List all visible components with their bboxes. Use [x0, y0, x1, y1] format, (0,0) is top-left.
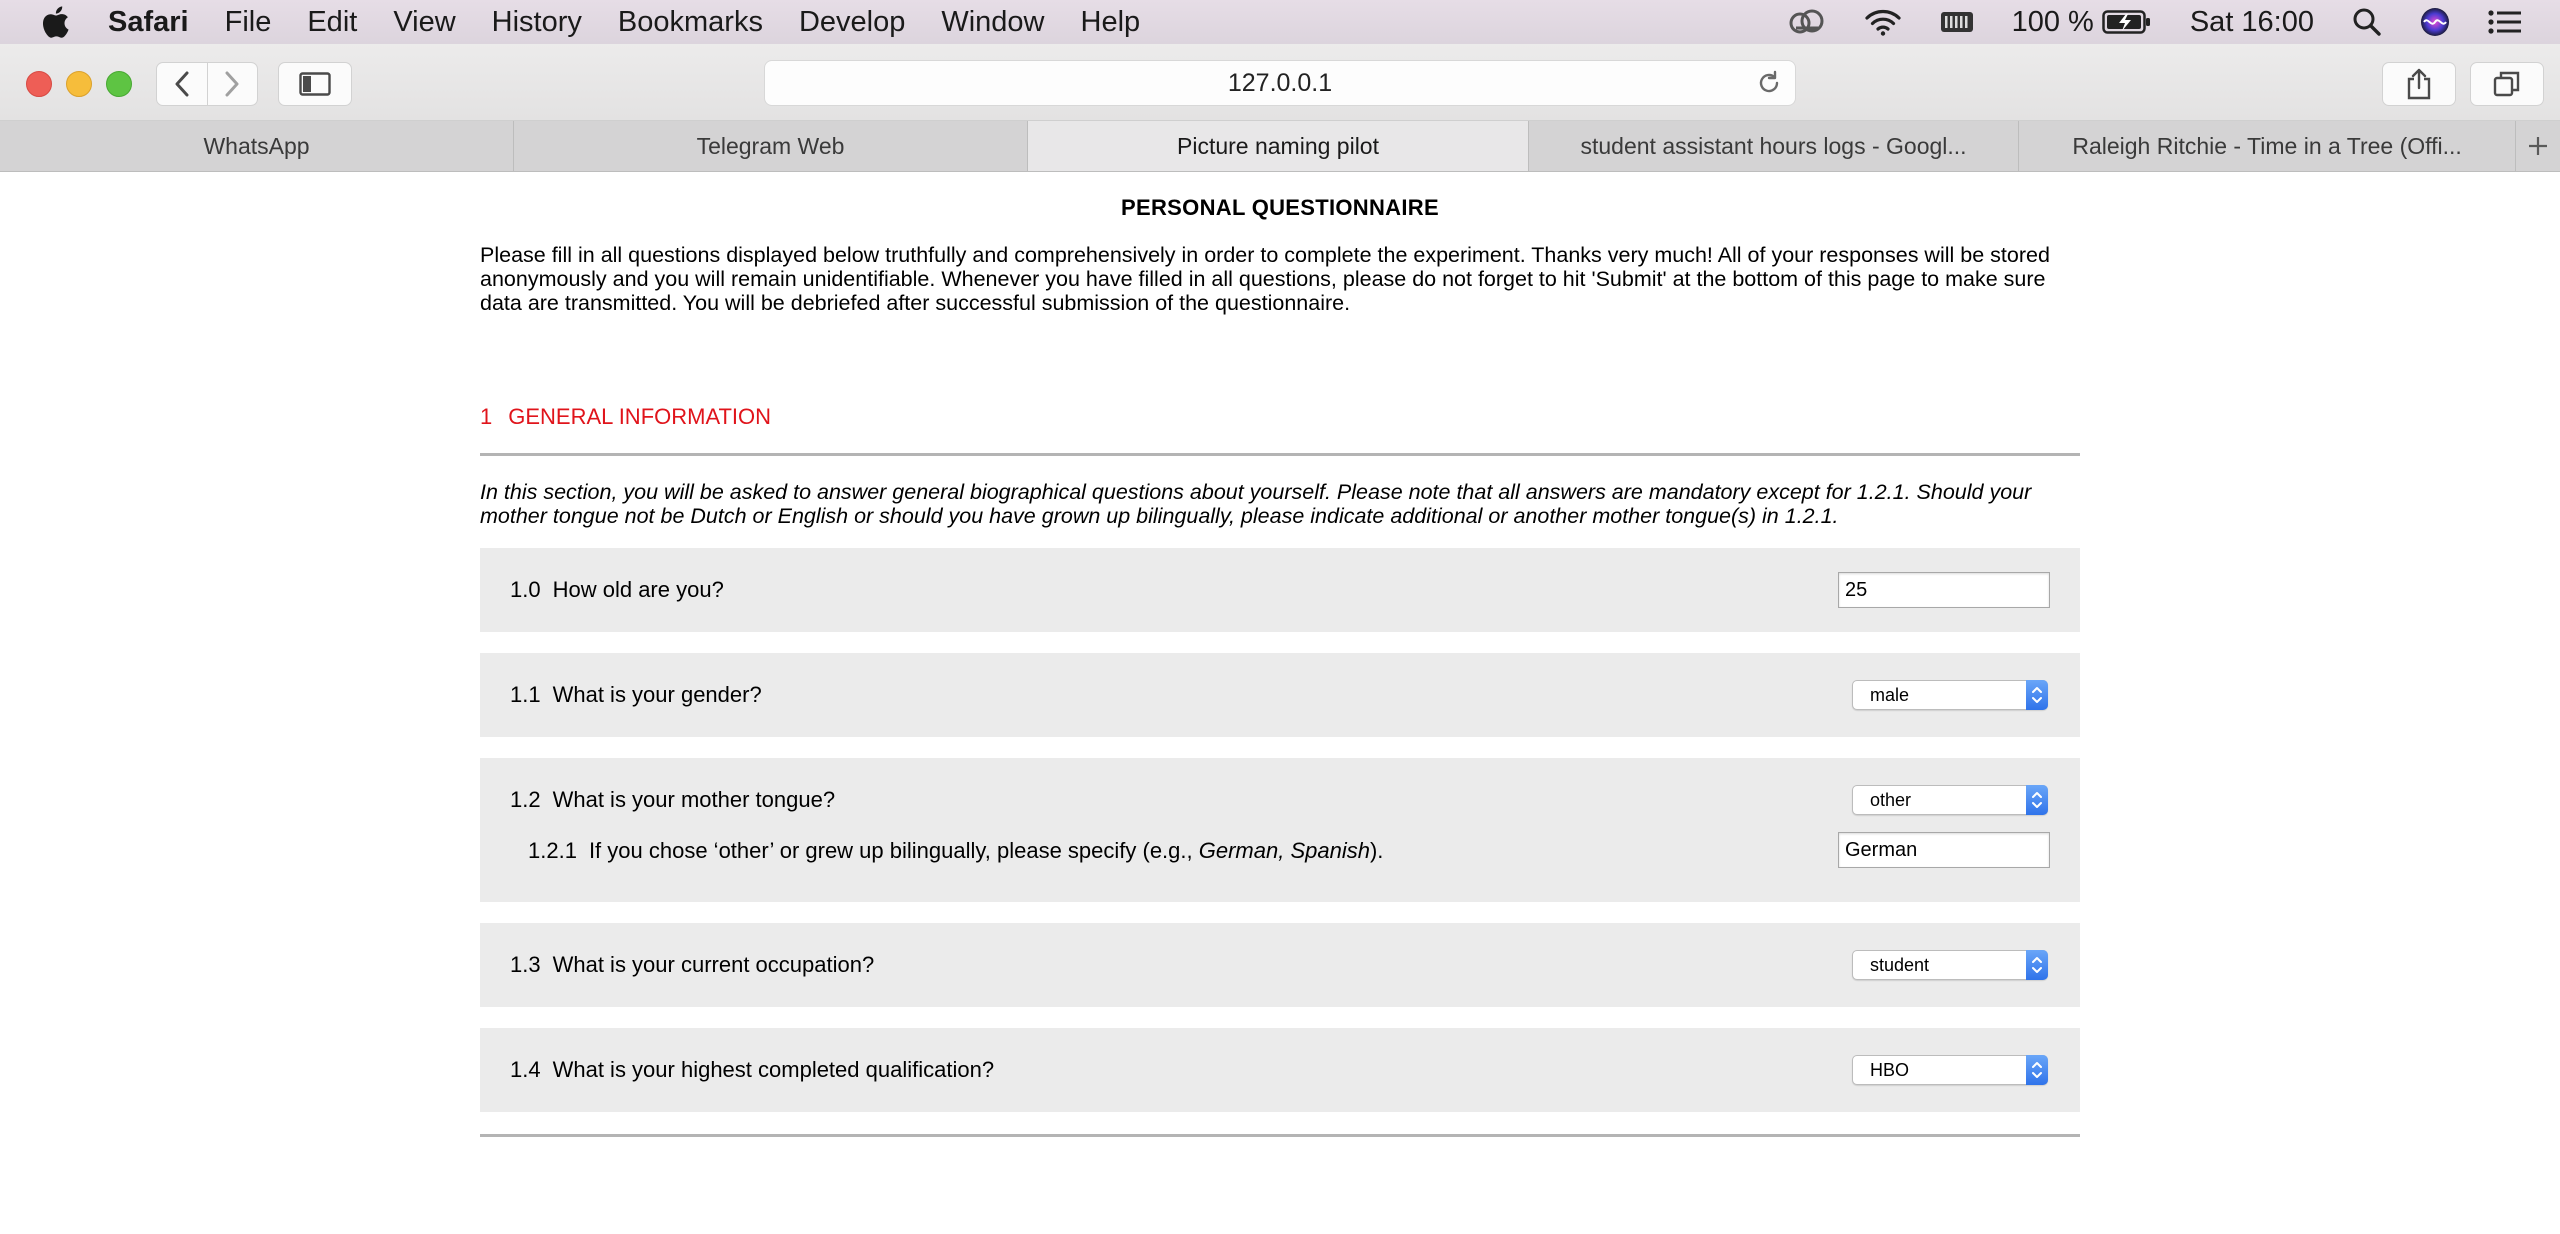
select-arrows-icon — [2026, 785, 2048, 815]
apple-icon[interactable] — [38, 2, 72, 42]
question-label: 1.3 What is your current occupation? — [510, 952, 874, 978]
reload-icon[interactable] — [1755, 69, 1783, 97]
notification-center-icon[interactable] — [2488, 9, 2522, 35]
section-title: GENERAL INFORMATION — [508, 404, 772, 429]
tab-telegram-web[interactable]: Telegram Web — [514, 121, 1028, 171]
tab-whatsapp[interactable]: WhatsApp — [0, 121, 514, 171]
navigation-buttons — [156, 62, 258, 106]
question-label: 1.4 What is your highest completed qualif… — [510, 1057, 994, 1083]
wifi-icon[interactable] — [1864, 7, 1902, 37]
section-number: 1 — [480, 404, 493, 429]
question-number: 1.0 — [510, 577, 541, 602]
menu-bookmarks[interactable]: Bookmarks — [618, 6, 763, 39]
tab-bar: WhatsApp Telegram Web Picture naming pil… — [0, 121, 2560, 172]
question-label: 1.2 What is your mother tongue? — [510, 787, 835, 813]
select-arrows-icon — [2026, 1055, 2048, 1085]
sidebar-icon — [299, 72, 331, 96]
selected-value: student — [1870, 954, 1930, 975]
back-button[interactable] — [157, 63, 207, 105]
question-number: 1.4 — [510, 1057, 541, 1082]
sub-question-label: 1.2.1 If you chose ‘other’ or grew up bil… — [528, 838, 1383, 864]
question-occupation: 1.3 What is your current occupation? stud… — [480, 923, 2080, 1007]
question-gender: 1.1 What is your gender? male — [480, 653, 2080, 737]
question-examples: German, Spanish — [1198, 838, 1370, 863]
occupation-select[interactable]: student — [1852, 950, 2048, 980]
question-text: What is your gender? — [552, 682, 762, 707]
close-window-button[interactable] — [26, 71, 52, 97]
mother-tongue-select[interactable]: other — [1852, 785, 2048, 815]
question-label: 1.1 What is your gender? — [510, 682, 762, 708]
new-tab-button[interactable] — [2516, 121, 2560, 171]
share-button[interactable] — [2382, 62, 2456, 106]
section-heading: 1 GENERAL INFORMATION — [480, 404, 2080, 430]
question-text-end: ). — [1369, 838, 1384, 863]
question-text: What is your mother tongue? — [552, 787, 836, 812]
qualification-select[interactable]: HBO — [1852, 1055, 2048, 1085]
other-language-input[interactable]: German — [1838, 832, 2050, 868]
plus-icon — [2529, 137, 2548, 155]
age-input[interactable]: 25 — [1838, 572, 2050, 608]
selected-value: other — [1870, 789, 1912, 810]
minimize-window-button[interactable] — [66, 71, 92, 97]
chevron-right-icon — [225, 71, 239, 97]
question-number: 1.3 — [510, 952, 541, 977]
section-divider — [480, 453, 2080, 456]
show-all-tabs-button[interactable] — [2470, 62, 2544, 106]
creative-cloud-icon[interactable] — [1788, 8, 1826, 36]
menu-bar: Safari File Edit View History Bookmarks … — [0, 0, 2560, 44]
question-number: 1.2 — [510, 787, 541, 812]
forward-button[interactable] — [207, 63, 257, 105]
battery-charging-icon[interactable] — [2102, 8, 2152, 36]
gender-select[interactable]: male — [1852, 680, 2048, 710]
siri-icon[interactable] — [2420, 7, 2450, 37]
question-text: How old are you? — [552, 577, 724, 602]
selected-value: male — [1870, 684, 1910, 705]
question-text: What is your current occupation? — [552, 952, 875, 977]
browser-toolbar: 127.0.0.1 — [0, 44, 2560, 121]
menu-window[interactable]: Window — [941, 6, 1044, 39]
share-icon — [2407, 68, 2431, 100]
menu-file[interactable]: File — [225, 6, 272, 39]
question-label: 1.0 How old are you? — [510, 577, 724, 603]
question-mother-tongue: 1.2 What is your mother tongue? other 1.2… — [480, 758, 2080, 902]
menu-view[interactable]: View — [393, 6, 455, 39]
menu-app-safari[interactable]: Safari — [108, 6, 189, 39]
url-text: 127.0.0.1 — [1227, 68, 1333, 97]
question-number: 1.2.1 — [528, 838, 577, 863]
chevron-left-icon — [175, 71, 189, 97]
storage-meter-icon[interactable] — [1940, 9, 1974, 35]
menu-help[interactable]: Help — [1081, 6, 1141, 39]
question-other-language: 1.2.1 If you chose ‘other’ or grew up bil… — [480, 830, 2080, 902]
spotlight-search-icon[interactable] — [2352, 7, 2382, 37]
sidebar-toggle-button[interactable] — [278, 62, 352, 106]
selected-value: HBO — [1870, 1059, 1910, 1080]
zoom-window-button[interactable] — [106, 71, 132, 97]
tab-raleigh-ritchie[interactable]: Raleigh Ritchie - Time in a Tree (Offi..… — [2019, 121, 2517, 171]
battery-percentage[interactable]: 100 % — [2012, 6, 2094, 39]
menu-develop[interactable]: Develop — [799, 6, 905, 39]
section-description: In this section, you will be asked to an… — [480, 480, 2032, 528]
tab-picture-naming-pilot[interactable]: Picture naming pilot — [1028, 121, 1530, 171]
tab-student-assistant-hours[interactable]: student assistant hours logs - Googl... — [1529, 121, 2020, 171]
menu-history[interactable]: History — [492, 6, 582, 39]
question-age: 1.0 How old are you? 25 — [480, 548, 2080, 632]
clock[interactable]: Sat 16:00 — [2190, 6, 2314, 39]
select-arrows-icon — [2026, 950, 2048, 980]
page-content: PERSONAL QUESTIONNAIRE Please fill in al… — [480, 171, 2080, 1137]
question-qualification: 1.4 What is your highest completed qualif… — [480, 1028, 2080, 1112]
address-bar[interactable]: 127.0.0.1 — [764, 60, 1796, 106]
question-number: 1.1 — [510, 682, 541, 707]
page-title: PERSONAL QUESTIONNAIRE — [1121, 195, 1439, 220]
section-end-divider — [480, 1134, 2080, 1137]
question-text: What is your highest completed qualifica… — [552, 1057, 995, 1082]
intro-paragraph: Please fill in all questions displayed b… — [480, 243, 2050, 315]
tab-overview-icon — [2493, 71, 2520, 97]
menu-edit[interactable]: Edit — [307, 6, 357, 39]
select-arrows-icon — [2026, 680, 2048, 710]
question-text: If you chose ‘other’ or grew up bilingua… — [588, 838, 1199, 863]
